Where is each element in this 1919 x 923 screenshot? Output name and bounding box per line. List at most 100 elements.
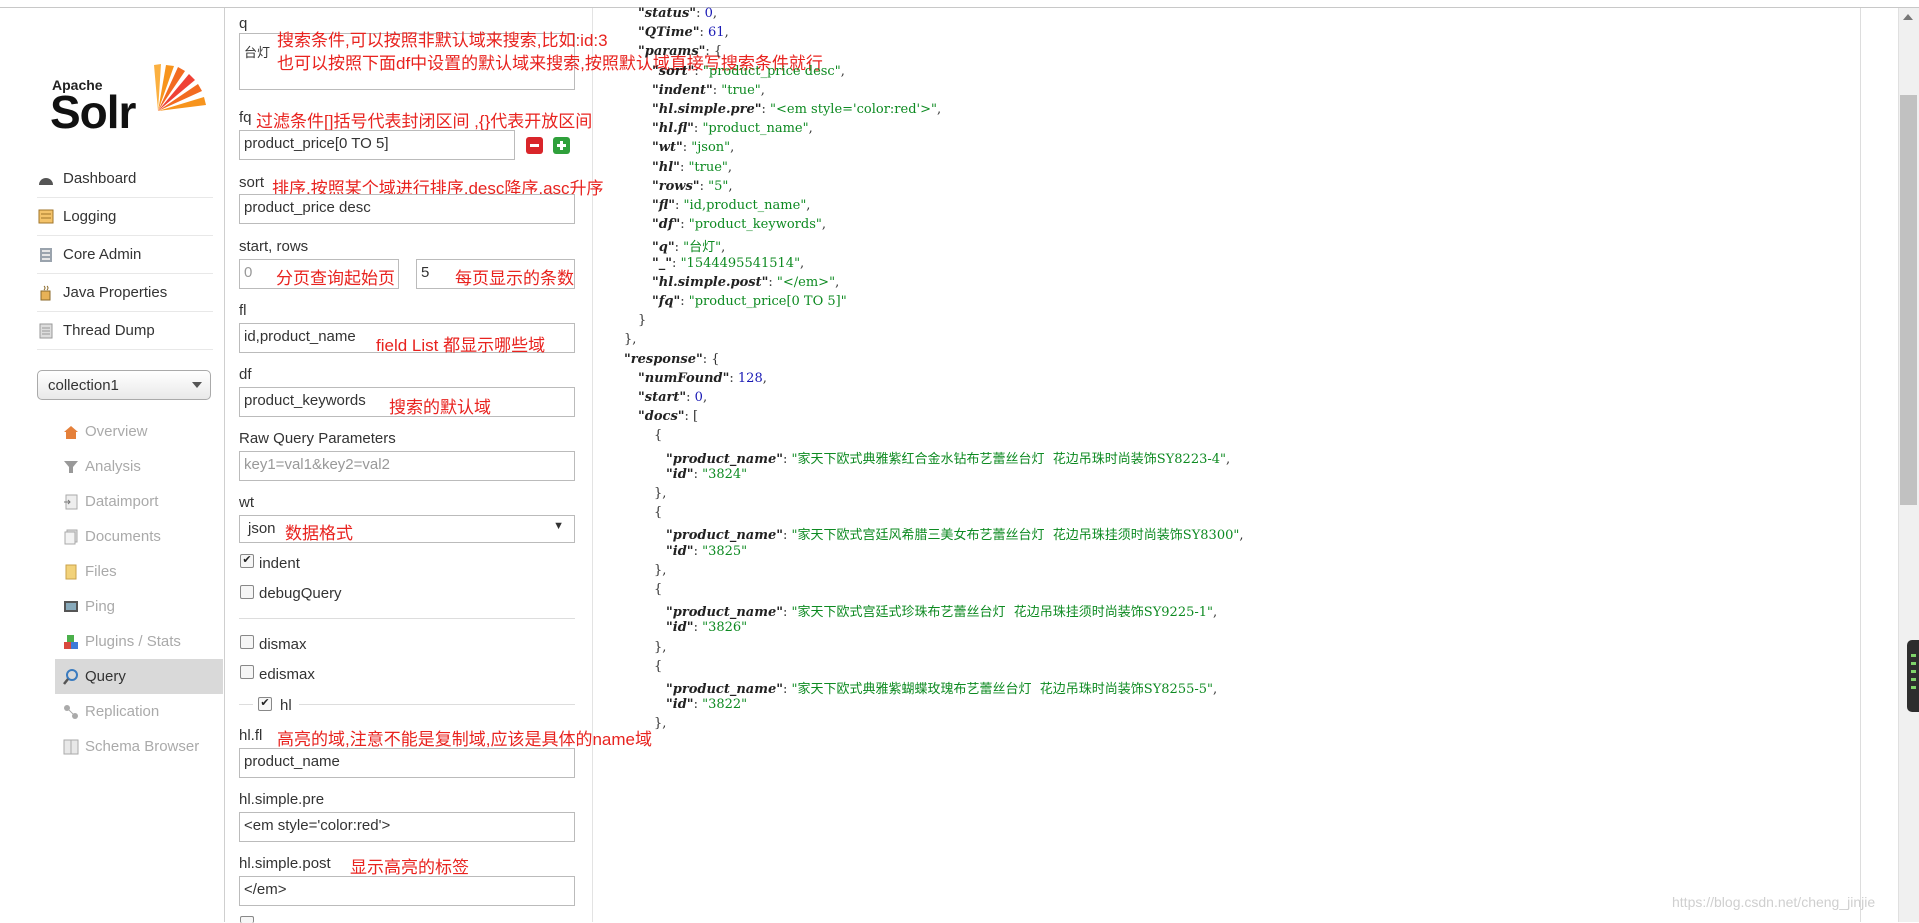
json-line: }, [654,563,666,578]
core-nav-item-ping[interactable]: Ping [55,589,223,624]
fq-input[interactable]: product_price[0 TO 5] [239,130,515,160]
nav-item-dashboard[interactable]: Dashboard [37,160,213,198]
json-string: "json" [691,140,731,155]
json-key: "wt" [652,140,683,155]
json-punct: , [760,83,765,98]
json-key: "product_name" [666,682,784,697]
core-nav-item-files[interactable]: Files [55,554,223,589]
hl-simple-post-value: </em> [244,881,287,898]
form-divider [592,8,593,922]
json-punct: , [712,6,718,21]
wt-label: wt [239,494,254,511]
sort-input[interactable]: product_price desc [239,194,575,224]
json-punct: { [654,659,663,674]
core-nav-item-plugins-stats[interactable]: Plugins / Stats [55,624,223,659]
json-line: "sort": "product_price desc", [652,64,845,79]
nav-item-thread-dump[interactable]: Thread Dump [37,312,213,350]
json-key: "q" [652,240,675,255]
json-string: "product_name" [702,121,809,136]
json-line: "fq": "product_price[0 TO 5]" [652,294,847,309]
edismax-checkbox[interactable] [240,665,254,679]
json-punct: : [712,83,722,98]
json-punct: : [682,140,692,155]
json-line: { [654,659,662,674]
json-punct: : [693,544,703,559]
json-line: { [654,505,662,520]
hl-simple-post-annotation: 显示高亮的标签 [350,858,469,877]
json-punct: , [762,371,767,386]
nav-item-core-admin[interactable]: Core Admin [37,236,213,274]
q-input-value: 台灯 [244,45,271,60]
json-string: "5" [708,179,729,194]
documents-icon [63,529,79,545]
core-nav: Overview Analysis Dataimport Documents F… [55,414,223,764]
hl-simple-pre-input[interactable]: <em style='color:red'> [239,812,575,842]
remove-fq-button[interactable] [526,137,543,154]
core-nav-item-overview[interactable]: Overview [55,414,223,449]
json-punct: }, [654,563,667,578]
hl-fl-annotation: 高亮的域,注意不能是复制域,应该是具体的name域 [277,730,652,749]
hl-checkbox[interactable]: ✔ [258,697,272,711]
dock-indicator [1911,686,1916,689]
json-punct: { [654,505,663,520]
json-line: }, [654,716,666,731]
json-punct: : [783,528,792,543]
core-nav-item-documents[interactable]: Documents [55,519,223,554]
q-annotation-1: 搜索条件,可以按照非默认域来搜索,比如:id:3 [277,31,608,50]
json-punct: : [729,371,738,386]
indent-checkbox[interactable]: ✔ [240,554,254,568]
collection-select[interactable]: collection1 [37,370,211,400]
add-fq-button[interactable] [553,137,570,154]
hl-simple-post-label: hl.simple.post [239,855,331,872]
raw-query-input[interactable]: key1=val1&key2=val2 [239,451,575,481]
core-nav-item-label: Files [85,563,117,580]
json-punct: , [728,179,733,194]
dock-indicator [1911,662,1916,665]
debugquery-checkbox[interactable] [240,585,254,599]
json-punct: : [783,605,792,620]
json-string: "家天下欧式宫廷式珍珠布艺蕾丝台灯 花边吊珠挂须时尚装饰SY9225-1" [791,605,1214,620]
core-nav-item-label: Query [85,668,126,685]
json-line: "id": "3822" [666,697,747,712]
core-nav-item-dataimport[interactable]: Dataimport [55,484,223,519]
core-nav-item-schema-browser[interactable]: Schema Browser [55,729,223,764]
json-punct: : { [702,352,720,367]
scroll-up-arrow-icon[interactable] [1903,14,1913,20]
core-nav-item-label: Dataimport [85,493,159,510]
scrollbar-thumb[interactable] [1900,95,1917,505]
json-line: "response": { [624,352,720,367]
solr-logo[interactable]: Apache Solr [50,55,206,145]
json-key: "id" [666,620,694,635]
core-nav-item-replication[interactable]: Replication [55,694,223,729]
json-punct: , [702,390,708,405]
hl-simple-post-input[interactable]: </em> [239,876,575,906]
dismax-label: dismax [259,636,307,653]
side-dock-widget[interactable] [1907,640,1919,712]
nav-item-logging[interactable]: Logging [37,198,213,236]
ping-icon [63,599,79,615]
core-nav-item-label: Overview [85,423,148,440]
json-string: "家天下欧式典雅紫蝴蝶玫瑰布艺蕾丝台灯 花边吊珠时尚装饰SY8255-5" [791,682,1214,697]
json-punct: , [821,217,826,232]
core-nav-item-analysis[interactable]: Analysis [55,449,223,484]
json-string: "id,product_name" [683,198,807,213]
hl-fl-input[interactable]: product_name [239,748,575,778]
nav-item-label: Dashboard [63,170,137,187]
json-line: "id": "3824" [666,467,747,482]
json-line: "QTime": 61, [638,25,729,40]
core-nav-item-query[interactable]: Query [55,659,223,694]
dismax-checkbox[interactable] [240,635,254,649]
json-key: "rows" [652,179,700,194]
nav-item-java-properties[interactable]: Java Properties [37,274,213,312]
nav-item-label: Logging [63,208,117,225]
edismax-label: edismax [259,666,315,683]
json-punct: } [638,313,647,328]
json-string: "product_price desc" [702,64,841,79]
json-punct: , [1213,682,1218,697]
json-punct: }, [654,486,667,501]
json-punct: , [724,25,729,40]
json-punct: : { [705,44,723,59]
json-punct: : [783,452,792,467]
hl-fl-label: hl.fl [239,727,263,744]
json-key: "hl.simple.pre" [652,102,762,117]
